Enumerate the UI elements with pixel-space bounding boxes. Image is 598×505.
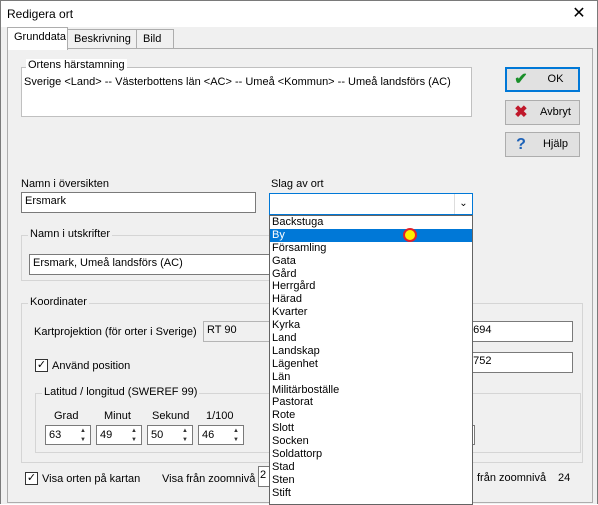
help-button[interactable]: ? Hjälp [505, 132, 580, 157]
list-item[interactable]: Härad [270, 293, 472, 306]
tab-label: Grunddata [14, 31, 66, 43]
list-item[interactable]: Pastorat [270, 396, 472, 409]
hundredth-value: 46 [202, 429, 215, 441]
list-item[interactable]: Kyrka [270, 319, 472, 332]
ok-label: OK [547, 73, 564, 85]
origin-text: Sverige <Land> -- Västerbottens län <AC>… [24, 76, 451, 88]
list-item[interactable]: Slott [270, 422, 472, 435]
list-item[interactable]: Stad [270, 461, 472, 474]
list-item[interactable]: Stift [270, 487, 472, 500]
second-header: Sekund [152, 410, 190, 422]
spin-down-icon[interactable]: ▼ [179, 436, 191, 444]
list-item[interactable]: Herrgård [270, 280, 472, 293]
spin-down-icon[interactable]: ▼ [77, 436, 89, 444]
coordinates-legend: Koordinater [28, 296, 89, 308]
degree-value: 63 [49, 429, 62, 441]
check-icon: ✔ [514, 71, 528, 88]
list-item[interactable]: Gata [270, 255, 472, 268]
x-icon: ✖ [514, 104, 528, 121]
list-item[interactable]: By [270, 228, 472, 242]
list-item[interactable]: Lägenhet [270, 358, 472, 371]
second-value: 50 [151, 429, 164, 441]
minute-stepper[interactable]: 49 ▲ ▼ [96, 425, 142, 445]
spin-down-icon[interactable]: ▼ [128, 436, 140, 444]
list-item[interactable]: Militärboställe [270, 384, 472, 397]
list-item[interactable]: Gård [270, 268, 472, 281]
tab-label: Bild [143, 33, 162, 45]
list-item[interactable]: Församling [270, 242, 472, 255]
latlon-legend: Latitud / longitud (SWEREF 99) [42, 386, 200, 398]
list-item[interactable]: Län [270, 371, 472, 384]
cursor-marker-icon [403, 228, 417, 242]
second-stepper[interactable]: 50 ▲ ▼ [147, 425, 193, 445]
hundredth-header: 1/100 [206, 410, 234, 422]
window-title: Redigera ort [7, 7, 74, 21]
zoom-to-label: från zoomnivå [477, 472, 547, 484]
list-item[interactable]: Land [270, 332, 472, 345]
hundredth-stepper[interactable]: 46 ▲ ▼ [198, 425, 244, 445]
list-item[interactable]: Rote [270, 409, 472, 422]
use-position-checkbox[interactable]: ✓ [35, 359, 48, 372]
list-item[interactable]: Soldattorp [270, 448, 472, 461]
zoom-from-label: Visa från zoomnivå [162, 473, 256, 485]
minute-value: 49 [100, 429, 113, 441]
place-type-dropdown-list: Backstuga By Församling Gata Gård Herrgå… [269, 215, 473, 505]
minute-header: Minut [104, 410, 131, 422]
tab-bild[interactable]: Bild [136, 29, 174, 49]
chevron-down-icon[interactable]: ⌄ [454, 194, 472, 214]
close-icon[interactable]: ✕ [569, 4, 589, 24]
show-on-map-checkbox[interactable]: ✓ [25, 472, 38, 485]
place-type-select[interactable]: ⌄ [269, 193, 473, 215]
title-bar: Redigera ort ✕ [1, 1, 597, 27]
question-icon: ? [516, 136, 526, 153]
spin-down-icon[interactable]: ▼ [230, 436, 242, 444]
help-label: Hjälp [542, 138, 569, 150]
coordinate-y-field[interactable]: 4752 [463, 352, 573, 373]
name-overview-label: Namn i översikten [21, 178, 110, 190]
use-position-label: Använd position [52, 360, 131, 372]
coordinate-x-field[interactable]: 7694 [463, 321, 573, 342]
list-item[interactable]: Socken [270, 435, 472, 448]
name-print-legend: Namn i utskrifter [28, 228, 113, 240]
list-item[interactable]: Sten [270, 474, 472, 487]
zoom-to-value: 24 [558, 472, 571, 484]
degree-header: Grad [54, 410, 79, 422]
tab-label: Beskrivning [74, 33, 131, 45]
origin-legend: Ortens härstamning [26, 59, 127, 71]
cancel-label: Avbryt [540, 106, 571, 118]
degree-stepper[interactable]: 63 ▲ ▼ [45, 425, 91, 445]
place-type-label: Slag av ort [271, 178, 324, 190]
show-on-map-label: Visa orten på kartan [42, 473, 141, 485]
cancel-button[interactable]: ✖ Avbryt [505, 100, 580, 125]
name-print-input[interactable]: Ersmark, Umeå landsförs (AC) [29, 254, 275, 275]
tab-grunddata[interactable]: Grunddata [7, 27, 68, 50]
edit-place-dialog: Redigera ort ✕ Grunddata Beskrivning Bil… [0, 0, 598, 505]
list-item[interactable]: Backstuga [270, 216, 472, 229]
list-item[interactable]: Kvarter [270, 306, 472, 319]
spin-up-icon[interactable]: ▲ [230, 427, 242, 435]
projection-label: Kartprojektion (för orter i Sverige) [34, 326, 197, 338]
spin-up-icon[interactable]: ▲ [77, 427, 89, 435]
spin-up-icon[interactable]: ▲ [128, 427, 140, 435]
name-overview-input[interactable]: Ersmark [21, 192, 256, 213]
origin-group: Ortens härstamning Sverige <Land> -- Väs… [21, 59, 472, 117]
tab-beskrivning[interactable]: Beskrivning [67, 29, 137, 49]
list-item[interactable]: Landskap [270, 345, 472, 358]
spin-up-icon[interactable]: ▲ [179, 427, 191, 435]
ok-button[interactable]: ✔ OK [505, 67, 580, 92]
